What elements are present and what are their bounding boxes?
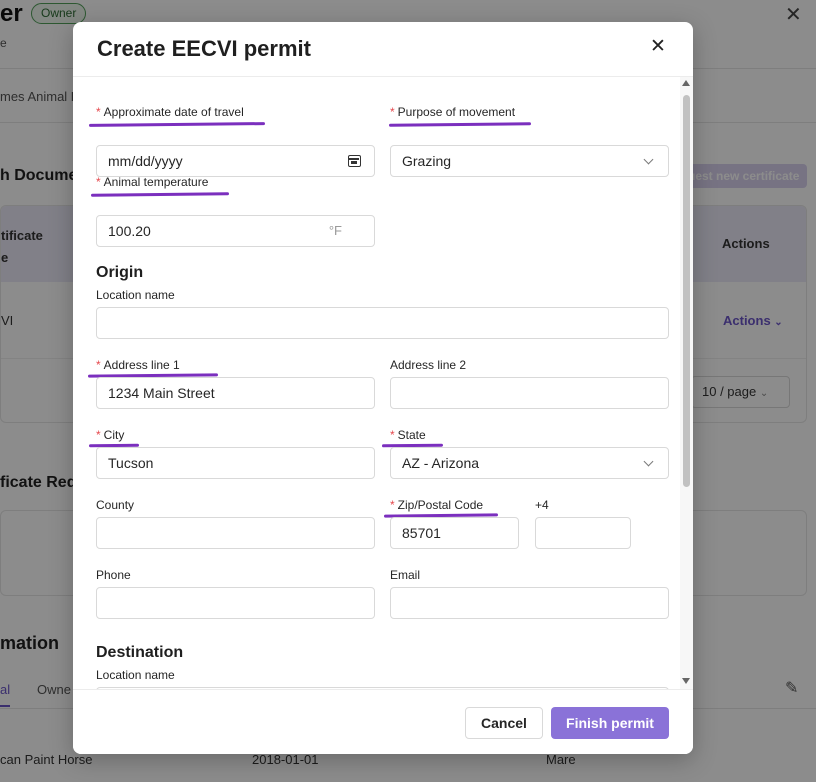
city-label: * City	[96, 428, 124, 442]
county-input[interactable]	[96, 517, 375, 549]
address2-label: Address line 2	[390, 358, 467, 372]
temperature-label: * Animal temperature	[96, 175, 208, 189]
county-label: County	[96, 498, 135, 512]
required-marker: *	[96, 428, 101, 442]
required-marker: *	[96, 105, 101, 119]
zip-value: 85701	[402, 525, 441, 541]
annotation-underline	[90, 192, 230, 197]
state-label: * State	[390, 428, 426, 442]
state-label-text: State	[397, 428, 426, 442]
zip-label: * Zip/Postal Code	[390, 498, 483, 512]
cancel-button[interactable]: Cancel	[465, 707, 543, 739]
city-value: Tucson	[108, 455, 154, 471]
annotation-underline	[88, 122, 266, 127]
travel-date-input[interactable]: mm/dd/yyyy	[96, 145, 375, 177]
address1-value: 1234 Main Street	[108, 385, 215, 401]
required-marker: *	[390, 498, 395, 512]
required-marker: *	[390, 428, 395, 442]
address2-input[interactable]	[390, 377, 669, 409]
scroll-down-arrow-icon[interactable]	[682, 678, 690, 684]
travel-date-label-text: Approximate date of travel	[103, 105, 244, 119]
scroll-up-arrow-icon[interactable]	[682, 80, 690, 86]
chevron-down-icon	[643, 456, 654, 467]
state-value: AZ - Arizona	[402, 455, 480, 471]
origin-location-input[interactable]	[96, 307, 669, 339]
purpose-label-text: Purpose of movement	[397, 105, 516, 119]
close-icon[interactable]: ✕	[647, 36, 669, 58]
phone-input[interactable]	[96, 587, 375, 619]
modal-header: Create EECVI permit ✕	[73, 22, 693, 77]
modal-title: Create EECVI permit	[97, 36, 311, 61]
origin-heading: Origin	[96, 264, 144, 281]
zip-label-text: Zip/Postal Code	[397, 498, 484, 512]
scrollbar-thumb[interactable]	[683, 95, 690, 487]
state-select[interactable]: AZ - Arizona	[390, 447, 669, 479]
zip-input[interactable]: 85701	[390, 517, 519, 549]
finish-permit-button[interactable]: Finish permit	[551, 707, 669, 739]
required-marker: *	[96, 358, 101, 372]
temperature-input[interactable]: 100.20 °F	[96, 215, 375, 247]
phone-label: Phone	[96, 568, 131, 582]
modal-scrollbar[interactable]	[680, 77, 693, 689]
annotation-underline	[388, 122, 532, 127]
address1-label: * Address line 1	[96, 358, 180, 372]
email-label: Email	[390, 568, 421, 582]
temperature-value: 100.20	[108, 223, 151, 239]
plus4-label: +4	[535, 498, 549, 512]
required-marker: *	[96, 175, 101, 189]
address1-input[interactable]: 1234 Main Street	[96, 377, 375, 409]
modal-footer: Cancel Finish permit	[73, 689, 693, 754]
city-input[interactable]: Tucson	[96, 447, 375, 479]
travel-date-value: mm/dd/yyyy	[108, 153, 183, 169]
destination-location-label: Location name	[96, 668, 175, 682]
purpose-select[interactable]: Grazing	[390, 145, 669, 177]
modal-body: * Approximate date of travel mm/dd/yyyy *…	[73, 77, 693, 689]
travel-date-label: * Approximate date of travel	[96, 105, 244, 119]
calendar-icon[interactable]	[348, 155, 361, 167]
email-input[interactable]	[390, 587, 669, 619]
temperature-unit: °F	[328, 223, 342, 238]
purpose-value: Grazing	[402, 153, 452, 169]
address1-label-text: Address line 1	[103, 358, 180, 372]
purpose-label: * Purpose of movement	[390, 105, 515, 119]
chevron-down-icon	[643, 154, 654, 165]
city-label-text: City	[103, 428, 125, 442]
plus4-input[interactable]	[535, 517, 631, 549]
destination-heading: Destination	[96, 644, 184, 661]
required-marker: *	[390, 105, 395, 119]
origin-location-label: Location name	[96, 288, 175, 302]
temperature-label-text: Animal temperature	[103, 175, 209, 189]
create-permit-modal: Create EECVI permit ✕ * Approximate date …	[73, 22, 693, 754]
